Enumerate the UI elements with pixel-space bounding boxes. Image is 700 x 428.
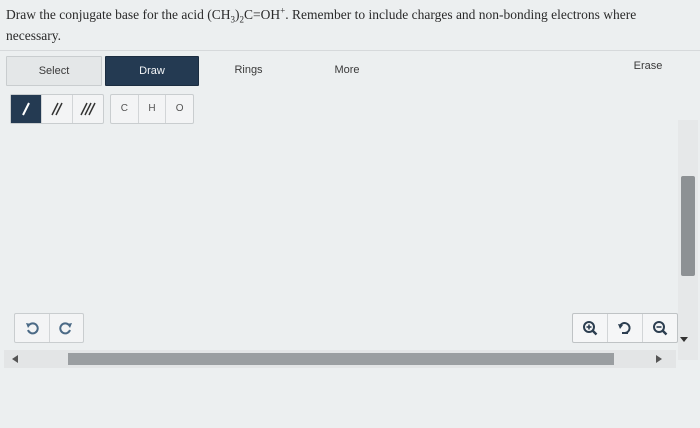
divider — [0, 50, 700, 51]
erase-button[interactable]: Erase — [606, 52, 690, 80]
horizontal-scrollbar[interactable] — [4, 350, 676, 368]
bond-selector — [10, 94, 104, 124]
zoom-in-icon — [583, 321, 598, 336]
draw-button[interactable]: Draw — [105, 56, 199, 86]
double-bond-button[interactable] — [42, 95, 73, 123]
double-bond-icon — [51, 102, 63, 116]
history-controls — [14, 313, 84, 343]
triple-bond-button[interactable] — [73, 95, 103, 123]
reset-zoom-button[interactable] — [608, 314, 643, 342]
single-bond-button[interactable] — [11, 95, 42, 123]
redo-button[interactable] — [50, 314, 84, 342]
zoom-controls — [572, 313, 678, 343]
reset-zoom-icon — [618, 322, 631, 334]
horizontal-scroll-thumb[interactable] — [68, 353, 614, 365]
undo-icon — [25, 322, 39, 335]
question-text-formula: C=OH — [244, 7, 281, 22]
atom-oxygen-button[interactable]: O — [166, 95, 193, 123]
undo-button[interactable] — [15, 314, 50, 342]
scroll-left-arrow-icon[interactable] — [12, 355, 18, 363]
editor-toolbar: Select Draw Rings More Erase — [6, 56, 696, 86]
triple-bond-icon — [80, 102, 96, 116]
select-button[interactable]: Select — [6, 56, 102, 86]
zoom-out-icon — [653, 321, 668, 336]
more-button[interactable]: More — [306, 56, 388, 84]
zoom-in-button[interactable] — [573, 314, 608, 342]
vertical-scroll-thumb[interactable] — [681, 176, 695, 276]
atom-selector: C H O — [110, 94, 194, 124]
single-bond-icon — [22, 102, 30, 116]
scroll-right-arrow-icon[interactable] — [656, 355, 662, 363]
rings-button[interactable]: Rings — [211, 56, 286, 84]
atom-carbon-button[interactable]: C — [111, 95, 139, 123]
zoom-dropdown-arrow-icon[interactable] — [680, 337, 688, 342]
question-prompt: Draw the conjugate base for the acid (CH… — [6, 4, 692, 46]
atom-hydrogen-button[interactable]: H — [139, 95, 167, 123]
page-footer-area — [0, 372, 700, 428]
zoom-out-button[interactable] — [643, 314, 677, 342]
question-text-prefix: Draw the conjugate base for the acid (CH — [6, 7, 231, 22]
redo-icon — [59, 322, 73, 335]
vertical-scrollbar[interactable] — [678, 120, 698, 360]
